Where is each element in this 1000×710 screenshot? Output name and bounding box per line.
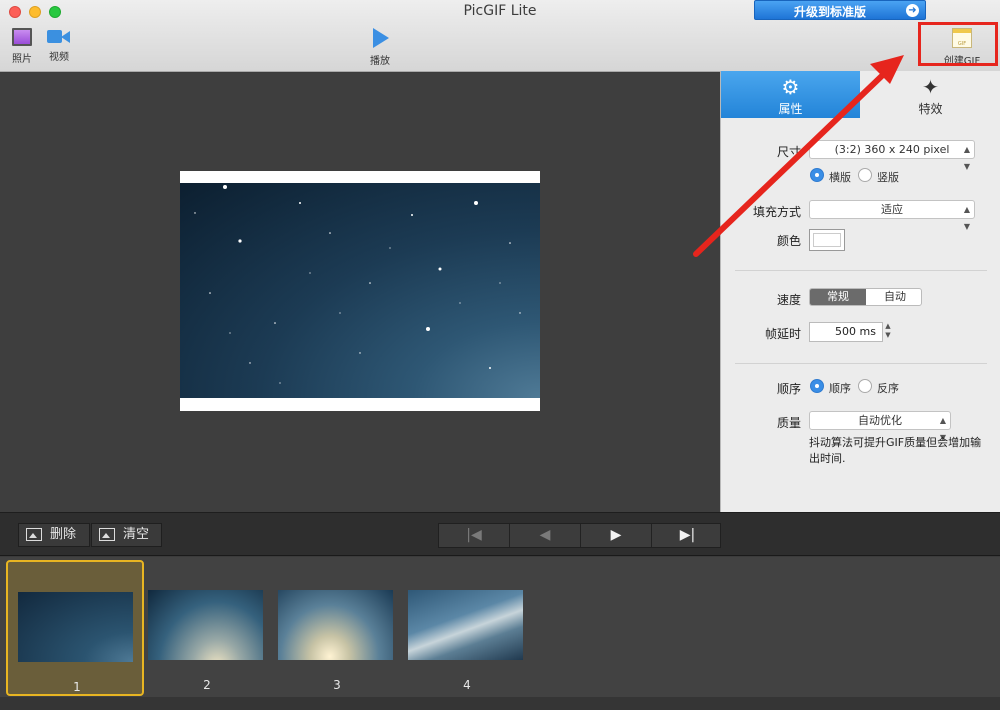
filmstrip: 1 2 3 4 xyxy=(0,557,1000,710)
play-button[interactable]: 播放 xyxy=(368,28,392,67)
order-reverse-radio[interactable] xyxy=(858,379,872,393)
landscape-radio[interactable] xyxy=(810,168,824,182)
photo-icon xyxy=(12,28,32,46)
image-icon xyxy=(26,528,42,541)
frame-image xyxy=(148,590,263,660)
last-frame-button[interactable]: ▶| xyxy=(652,524,723,547)
arrow-right-icon: ➜ xyxy=(906,4,919,17)
tab-effects[interactable]: ✦ 特效 xyxy=(861,71,1000,118)
settings-panel: ⚙ 属性 ✦ 特效 尺寸 (3:2) 360 x 240 pixel ▲ ▼ 横版… xyxy=(720,71,1000,512)
panel-tabs: ⚙ 属性 ✦ 特效 xyxy=(721,71,1000,118)
frame-navigation: |◀ ◀ ▶ ▶| xyxy=(438,523,721,548)
next-frame-button[interactable]: ▶ xyxy=(581,524,652,547)
order-row: 顺序 顺序 反序 xyxy=(721,377,1000,399)
portrait-label: 竖版 xyxy=(877,171,899,184)
fill-select[interactable]: 适应 ▲ ▼ xyxy=(809,200,975,231)
frame-delay-stepper[interactable]: ▲ ▼ xyxy=(883,322,893,342)
frame-delay-input[interactable]: 500 ms xyxy=(809,322,883,342)
magic-wand-icon: ✦ xyxy=(922,75,939,99)
fill-value: 适应 xyxy=(881,203,903,216)
starfield xyxy=(194,185,521,384)
play-icon xyxy=(373,28,389,48)
speed-row: 速度 常规 自动 xyxy=(721,288,1000,310)
quality-select[interactable]: 自动优化 ▲ ▼ xyxy=(809,411,951,442)
order-label: 顺序 xyxy=(776,382,801,396)
highlight-annotation xyxy=(918,22,998,66)
speed-label: 速度 xyxy=(776,293,801,307)
frame-number: 4 xyxy=(463,678,471,692)
upgrade-button[interactable]: 升级到标准版 ➜ xyxy=(754,0,926,20)
size-select[interactable]: (3:2) 360 x 240 pixel ▲ ▼ xyxy=(809,140,975,171)
preview-image xyxy=(180,183,540,398)
photo-label: 照片 xyxy=(12,54,32,65)
color-row: 颜色 xyxy=(721,229,1000,251)
divider xyxy=(735,270,987,271)
frame-delay-row: 帧延时 500 ms ▲ ▼ xyxy=(721,322,1000,344)
frame-controls-bar: 删除 清空 |◀ ◀ ▶ ▶| xyxy=(0,512,1000,556)
order-reverse-label: 反序 xyxy=(877,382,899,395)
play-label: 播放 xyxy=(370,56,390,67)
delete-button[interactable]: 删除 xyxy=(18,523,90,547)
video-camera-icon xyxy=(47,28,71,44)
size-value: (3:2) 360 x 240 pixel xyxy=(834,143,950,156)
speed-auto-option[interactable]: 自动 xyxy=(867,289,921,305)
clear-button[interactable]: 清空 xyxy=(91,523,162,547)
frame-number: 1 xyxy=(73,680,81,694)
title-bar: PicGIF Lite 升级到标准版 ➜ 照片 视频 播放 GIF 创建GIF xyxy=(0,0,1000,72)
frame-thumbnail[interactable]: 2 xyxy=(138,560,276,696)
speed-segmented-control: 常规 自动 xyxy=(809,288,922,306)
delete-label: 删除 xyxy=(50,527,77,542)
quality-value: 自动优化 xyxy=(858,414,902,427)
frame-number: 3 xyxy=(333,678,341,692)
frame-delay-label: 帧延时 xyxy=(764,327,801,341)
tab-attributes-label: 属性 xyxy=(778,102,803,116)
frame-image xyxy=(408,590,523,660)
image-icon xyxy=(99,528,115,541)
speed-normal-option[interactable]: 常规 xyxy=(810,289,866,305)
frame-thumbnail[interactable]: 1 xyxy=(6,560,144,696)
order-forward-radio[interactable] xyxy=(810,379,824,393)
quality-label: 质量 xyxy=(776,416,801,430)
previous-frame-button[interactable]: ◀ xyxy=(510,524,581,547)
photo-button[interactable]: 照片 xyxy=(10,28,34,65)
fill-label: 填充方式 xyxy=(752,205,801,219)
frame-number: 2 xyxy=(203,678,211,692)
divider xyxy=(735,363,987,364)
preview-frame xyxy=(180,171,540,411)
frame-image xyxy=(18,592,133,662)
video-label: 视频 xyxy=(49,52,69,63)
frame-thumbnail[interactable]: 4 xyxy=(398,560,536,696)
dither-note: 抖动算法可提升GIF质量但会增加输出时间. xyxy=(809,436,982,465)
window-bottom-edge xyxy=(0,697,1000,710)
tab-attributes[interactable]: ⚙ 属性 xyxy=(721,71,860,118)
order-forward-label: 顺序 xyxy=(829,382,851,395)
gear-icon: ⚙ xyxy=(781,75,800,99)
tab-effects-label: 特效 xyxy=(918,102,943,116)
color-label: 颜色 xyxy=(776,234,801,248)
size-label: 尺寸 xyxy=(776,145,801,159)
fill-row: 填充方式 适应 ▲ ▼ xyxy=(721,200,1000,231)
upgrade-label: 升级到标准版 xyxy=(793,5,866,19)
first-frame-button[interactable]: |◀ xyxy=(439,524,510,547)
landscape-label: 横版 xyxy=(829,171,851,184)
frame-image xyxy=(278,590,393,660)
video-button[interactable]: 视频 xyxy=(46,28,72,63)
size-row: 尺寸 (3:2) 360 x 240 pixel ▲ ▼ xyxy=(721,140,1000,171)
orientation-row: 横版 竖版 xyxy=(721,166,1000,188)
preview-area xyxy=(0,73,720,513)
portrait-radio[interactable] xyxy=(858,168,872,182)
frame-thumbnail[interactable]: 3 xyxy=(268,560,406,696)
color-swatch[interactable] xyxy=(809,229,845,251)
clear-label: 清空 xyxy=(123,527,150,542)
quality-row: 质量 自动优化 ▲ ▼ xyxy=(721,411,1000,442)
